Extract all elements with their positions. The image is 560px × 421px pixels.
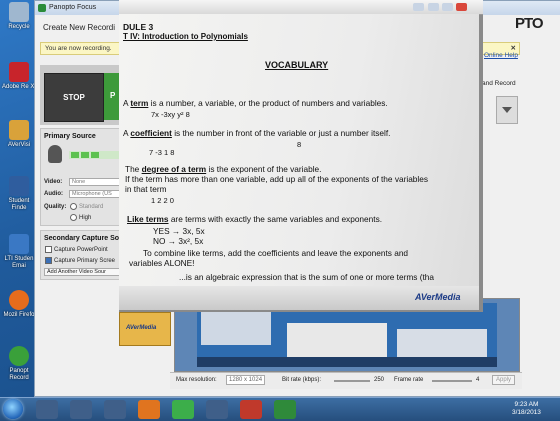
secondary-source-section: Secondary Capture So Capture PowerPoint … (40, 230, 124, 280)
video-select[interactable]: None (69, 178, 123, 186)
panopto-taskbar-icon[interactable] (274, 400, 296, 419)
desktop-icon-recycle[interactable]: Recycle (1, 2, 37, 31)
settings-bar: Max resolution: 1280 x 1024 Bit rate (kb… (170, 372, 522, 389)
panopto-logo-icon (38, 4, 46, 12)
desktop-icon-avervision[interactable]: AVerVisi (1, 120, 37, 149)
student-finder-icon (9, 176, 29, 196)
desktop-icon-firefox[interactable]: Mozil Firefo (1, 290, 37, 319)
create-recording-heading: Create New Recordi (43, 23, 116, 32)
stop-button[interactable]: STOP (44, 73, 104, 122)
close-icon[interactable]: ✕ (511, 44, 516, 52)
module-title: DULE 3 (123, 22, 154, 32)
bit-rate-label: Bit rate (kbps): (282, 377, 322, 383)
primary-source-title: Primary Source (44, 133, 96, 140)
like-terms-no: NO → 3x², 5x (153, 236, 204, 246)
term-examples: 7x -3xy y² 8 (151, 110, 190, 119)
firefox-taskbar-icon[interactable] (138, 400, 160, 419)
wifi-icon (413, 3, 424, 11)
degree-examples: 1 2 2 0 (151, 196, 174, 205)
audio-label: Audio: (44, 191, 63, 197)
firefox-icon (9, 290, 29, 310)
degree-more: If the term has more than one variable, … (125, 174, 429, 184)
minimize-icon[interactable] (428, 3, 439, 11)
like-terms-definition: Like terms are terms with exactly the sa… (127, 214, 383, 224)
bit-rate-value: 250 (374, 377, 385, 383)
variables-alone: variables ALONE! (129, 258, 195, 268)
capture-primary-screen-checkbox[interactable]: Capture Primary Scree (45, 257, 115, 264)
preview-desktop-thumbnail (197, 303, 497, 367)
frame-rate-label: Frame rate (394, 377, 424, 383)
maximize-icon[interactable] (442, 3, 453, 11)
secondary-source-title: Secondary Capture So (44, 235, 120, 242)
max-resolution-label: Max resolution: (176, 377, 217, 383)
online-help-link[interactable]: Online Help (484, 52, 518, 59)
explorer-taskbar-icon[interactable] (36, 400, 58, 419)
bit-rate-slider[interactable] (334, 380, 370, 382)
primary-source-section: Primary Source Video: None Audio: Microp… (40, 128, 124, 226)
email-icon (9, 234, 29, 254)
chrome-taskbar-icon[interactable] (172, 400, 194, 419)
clock-time: 9:23 AM (514, 401, 539, 408)
coefficient-number-top: 8 (297, 140, 302, 149)
quality-label: Quality: (44, 204, 67, 210)
capture-powerpoint-checkbox[interactable]: Capture PowerPoint (45, 246, 108, 253)
audio-level-meter (69, 151, 123, 159)
start-button[interactable] (3, 399, 23, 419)
quality-high-radio[interactable]: High (70, 214, 91, 221)
desktop-icon-student-email[interactable]: LTI Studen Emai (1, 234, 37, 270)
degree-in-term: in that term (125, 184, 167, 194)
term-definition: A term is a number, a variable, or the p… (123, 98, 388, 108)
close-window-icon[interactable] (456, 3, 467, 11)
combine-like-terms: To combine like terms, add the coefficie… (143, 248, 409, 258)
taskbar: 9:23 AM 3/18/2013 (0, 397, 560, 421)
window-title: Panopto Focus (49, 4, 97, 11)
desktop-icon-adobe[interactable]: Adobe Re XI (1, 62, 37, 91)
unit-title: T IV: Introduction to Polynomials (123, 32, 248, 41)
avervision-icon (9, 120, 29, 140)
avermedia-logo: AVerMedia (415, 292, 461, 302)
apply-button[interactable]: Apply (492, 375, 516, 385)
desktop-icon-panopto-recorder[interactable]: Panopt Record (1, 346, 37, 382)
coefficient-definition: A coefficient is the number in front of … (123, 128, 391, 138)
vocabulary-heading: VOCABULARY (265, 60, 329, 70)
camera-titlebar (119, 0, 483, 15)
clock-date: 3/18/2013 (512, 409, 541, 416)
desktop-icon-student-finder[interactable]: Student Finde (1, 176, 37, 212)
polynomial-definition: ...is an algebraic expression that is th… (179, 272, 435, 282)
audio-select[interactable]: Microphone (US (69, 190, 123, 198)
panopto-brand-logo: PTO (515, 15, 544, 32)
powerpoint-taskbar-icon[interactable] (240, 400, 262, 419)
add-video-source-button[interactable]: Add Another Video Sour (44, 268, 122, 276)
chevron-down-icon[interactable] (496, 96, 518, 124)
recycle-bin-icon (9, 2, 29, 22)
coefficient-examples: 7 -3 1 8 (149, 148, 175, 157)
degree-definition: The degree of a term is the exponent of … (125, 164, 322, 174)
media-player-taskbar-icon[interactable] (70, 400, 92, 419)
max-resolution-select[interactable]: 1280 x 1024 (226, 375, 266, 385)
frame-rate-slider[interactable] (432, 380, 472, 382)
folder-taskbar-icon[interactable] (104, 400, 126, 419)
adobe-reader-icon (9, 62, 29, 82)
app-taskbar-icon[interactable] (206, 400, 228, 419)
avermedia-thumbnail[interactable]: AVerMedia (119, 312, 171, 346)
panopto-recorder-icon (9, 346, 29, 366)
like-terms-yes: YES → 3x, 5x (153, 226, 205, 236)
frame-rate-value: 4 (476, 377, 480, 383)
microphone-icon (48, 145, 62, 163)
quality-standard-radio[interactable]: Standard (70, 203, 103, 210)
system-clock[interactable]: 9:23 AM 3/18/2013 (512, 401, 541, 417)
video-label: Video: (44, 179, 63, 185)
document-paper: DULE 3 T IV: Introduction to Polynomials… (119, 14, 479, 310)
add-and-record-label[interactable]: and Record (482, 80, 516, 87)
